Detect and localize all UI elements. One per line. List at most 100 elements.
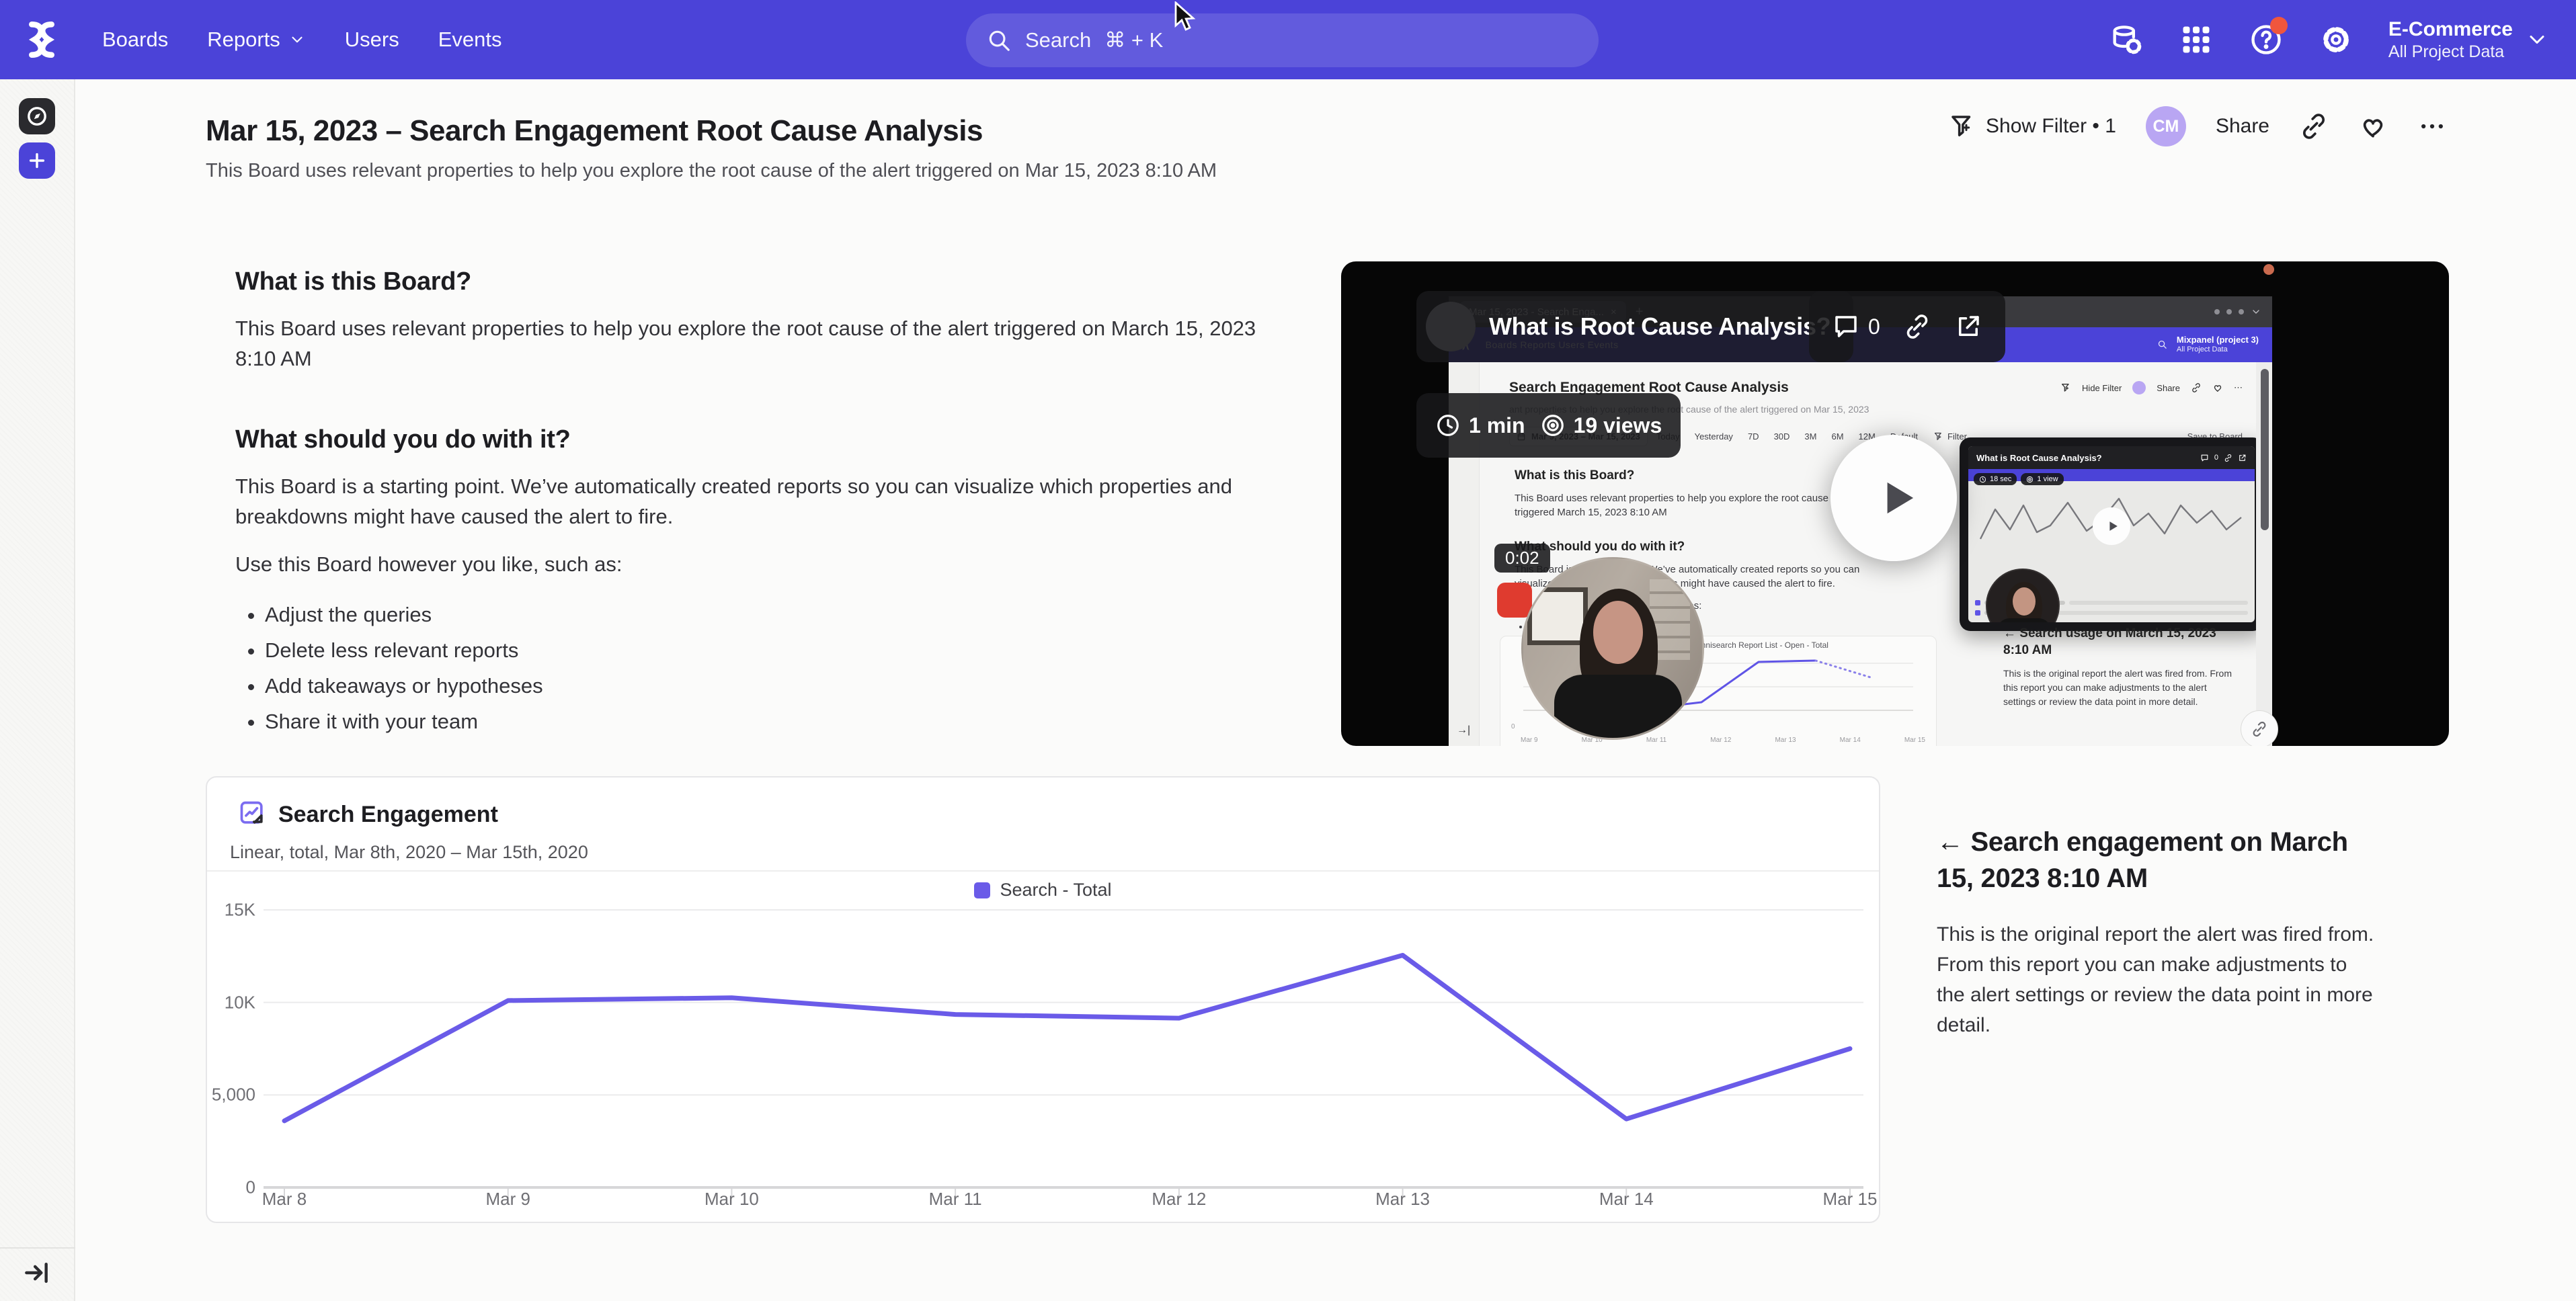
video-meta-pill: 1 min 19 views bbox=[1416, 393, 1681, 458]
divider bbox=[207, 870, 1879, 872]
nested-duration: 18 sec bbox=[1990, 475, 2011, 483]
x-tick-label: Mar 10 bbox=[705, 1189, 759, 1210]
search-placeholder: Search bbox=[1025, 28, 1091, 52]
show-filter-button[interactable]: Show Filter • 1 bbox=[1948, 112, 2116, 140]
x-tick-label: Mar 13 bbox=[1375, 1189, 1430, 1210]
copy-link-icon[interactable] bbox=[1903, 312, 1931, 341]
play-button[interactable] bbox=[1830, 435, 1957, 561]
x-tick-label: Mar 15 bbox=[1823, 1189, 1878, 1210]
nested-webcam-bubble bbox=[1986, 569, 2060, 622]
webcam-bubble bbox=[1521, 557, 1704, 740]
side-note: ← Search engagement on March 15, 2023 8:… bbox=[1937, 824, 2380, 1040]
captured-x-tick-label: Mar 9 bbox=[1521, 737, 1538, 744]
x-tick-label: Mar 8 bbox=[262, 1189, 307, 1210]
link-icon bbox=[2224, 454, 2232, 462]
range-button: 7D bbox=[1742, 427, 1765, 446]
chevron-down-icon bbox=[2251, 306, 2261, 317]
x-tick-label: Mar 12 bbox=[1152, 1189, 1206, 1210]
captured-x-tick-label: Mar 13 bbox=[1775, 737, 1796, 744]
funnel-plus-icon bbox=[1933, 431, 1943, 442]
mixpanel-logo-icon[interactable] bbox=[20, 18, 63, 61]
intro-bullet-list: Adjust the queries Delete less relevant … bbox=[265, 600, 1264, 737]
captured-hide-filter: Hide Filter bbox=[2082, 383, 2122, 393]
captured-copy-link-button bbox=[2241, 710, 2278, 746]
captured-x-tick-label: Mar 14 bbox=[1840, 737, 1861, 744]
project-switcher[interactable]: E-Commerce All Project Data bbox=[2388, 17, 2549, 62]
range-button: 6M bbox=[1825, 427, 1849, 446]
video-duration: 1 min bbox=[1469, 413, 1525, 438]
intro-heading-1: What is this Board? bbox=[235, 267, 1264, 296]
list-item: Add takeaways or hypotheses bbox=[265, 671, 1264, 702]
nested-views: 1 view bbox=[2037, 475, 2058, 483]
avatar bbox=[2132, 381, 2146, 394]
search-icon bbox=[986, 28, 1012, 53]
external-link-icon bbox=[2238, 454, 2247, 462]
nav-reports[interactable]: Reports bbox=[207, 28, 306, 52]
nested-play-button bbox=[2093, 507, 2130, 545]
clock-icon bbox=[1979, 476, 1986, 483]
link-icon bbox=[2191, 382, 2202, 393]
x-tick-label: Mar 9 bbox=[485, 1189, 530, 1210]
more-options-icon: ⋯ bbox=[2234, 382, 2243, 393]
side-note-body: This is the original report the alert wa… bbox=[1937, 919, 2380, 1040]
y-tick-label: 0 bbox=[207, 1177, 255, 1198]
arrow-to-bar-icon: →| bbox=[1457, 724, 1470, 737]
primary-nav: Boards Reports Users Events bbox=[102, 28, 502, 52]
legend-label: Search - Total bbox=[1000, 880, 1111, 900]
nested-video-title: What is Root Cause Analysis? bbox=[1976, 453, 2102, 463]
chevron-down-icon bbox=[288, 31, 306, 48]
captured-project-name: Mixpanel (project 3) bbox=[2177, 335, 2259, 345]
apps-grid-icon[interactable] bbox=[2179, 22, 2214, 57]
recording-dot bbox=[2263, 264, 2274, 275]
captured-side-note: ← Search usage on March 15, 2023 8:10 AM… bbox=[2003, 626, 2239, 709]
project-name: E-Commerce bbox=[2388, 17, 2513, 42]
help-icon[interactable] bbox=[2249, 22, 2284, 57]
avatar[interactable]: CM bbox=[2146, 106, 2186, 146]
list-item: Share it with your team bbox=[265, 707, 1264, 737]
captured-x-tick-label: Mar 15 bbox=[1904, 737, 1925, 744]
intro-paragraph-1: This Board uses relevant properties to h… bbox=[235, 314, 1264, 374]
video-title: What is Root Cause Analysis? bbox=[1489, 312, 1830, 341]
video-title-pill: What is Root Cause Analysis? bbox=[1416, 291, 1853, 362]
x-tick-label: Mar 14 bbox=[1599, 1189, 1654, 1210]
intro-heading-2: What should you do with it? bbox=[235, 425, 1264, 454]
presenter-avatar bbox=[1426, 302, 1476, 351]
copy-link-icon[interactable] bbox=[2299, 112, 2329, 141]
share-button[interactable]: Share bbox=[2216, 115, 2269, 138]
views-eye-icon bbox=[2026, 476, 2034, 483]
left-rail bbox=[0, 79, 75, 1301]
nav-users[interactable]: Users bbox=[345, 28, 399, 52]
intro-paragraph-3: Use this Board however you like, such as… bbox=[235, 550, 1264, 580]
nested-comments-count: 0 bbox=[2214, 454, 2218, 462]
y-tick-label: 10K bbox=[207, 992, 255, 1013]
list-item: Adjust the queries bbox=[265, 600, 1264, 630]
picture-frame bbox=[1527, 587, 1588, 645]
captured-scrollbar bbox=[2256, 362, 2272, 746]
list-item: Delete less relevant reports bbox=[265, 636, 1264, 666]
video-embed[interactable]: Mar 15, 2023 - Search Enga...× + )( Boar… bbox=[1341, 261, 2449, 746]
nav-events[interactable]: Events bbox=[438, 28, 502, 52]
captured-share: Share bbox=[2157, 383, 2180, 393]
chart-legend: Search - Total bbox=[207, 880, 1879, 900]
report-title[interactable]: Search Engagement bbox=[278, 802, 498, 828]
expand-sidebar-button[interactable] bbox=[22, 1258, 54, 1290]
video-comments-button[interactable]: 0 bbox=[1832, 312, 1880, 341]
rail-divider bbox=[0, 1247, 75, 1249]
open-external-icon[interactable] bbox=[1954, 312, 1982, 341]
favorite-heart-icon[interactable] bbox=[2358, 112, 2388, 141]
funnel-icon bbox=[2060, 382, 2071, 393]
video-views: 19 views bbox=[1574, 413, 1662, 438]
add-board-button[interactable] bbox=[19, 142, 55, 179]
line-chart-report-icon bbox=[238, 799, 268, 829]
discover-compass-button[interactable] bbox=[19, 98, 55, 134]
data-management-icon[interactable] bbox=[2109, 22, 2144, 57]
intro-text-widget: What is this Board? This Board uses rele… bbox=[235, 267, 1264, 737]
nav-boards[interactable]: Boards bbox=[102, 28, 168, 52]
y-tick-label: 15K bbox=[207, 900, 255, 921]
more-options-icon[interactable] bbox=[2417, 112, 2447, 141]
nested-video-tablet: What is Root Cause Analysis? 0 18 sec bbox=[1960, 437, 2263, 631]
captured-project-scope: All Project Data bbox=[2177, 345, 2259, 354]
search-icon bbox=[2157, 339, 2167, 349]
search-input[interactable]: Search ⌘ + K bbox=[966, 13, 1599, 67]
settings-gear-icon[interactable] bbox=[2319, 22, 2353, 57]
